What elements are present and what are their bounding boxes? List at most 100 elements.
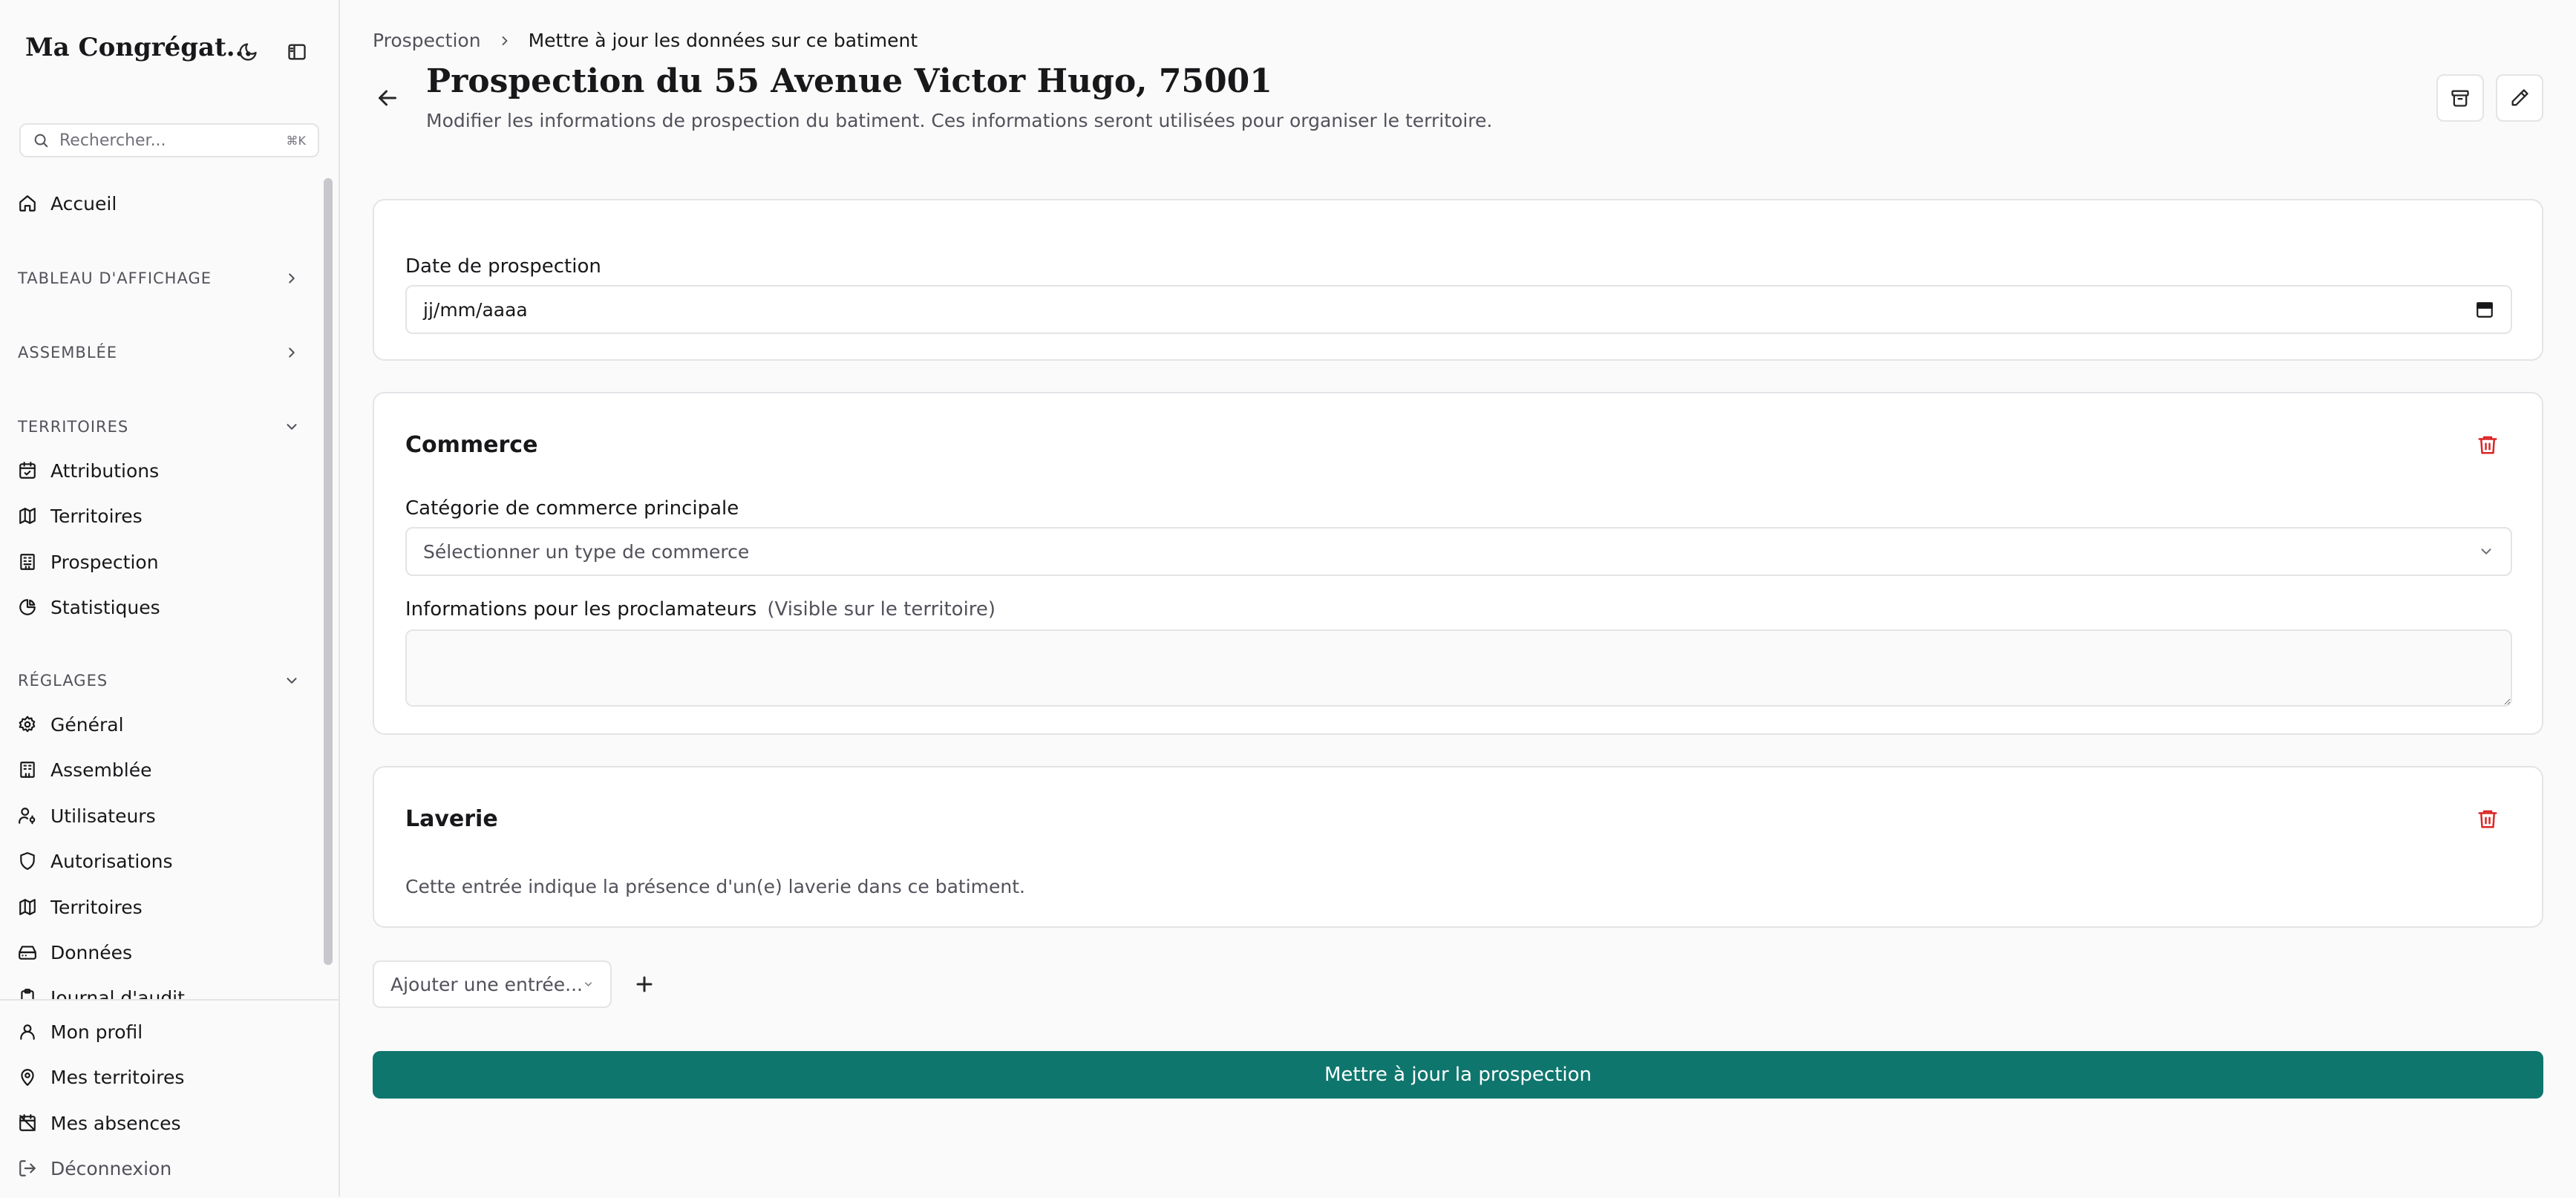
chevron-down-icon bbox=[287, 424, 297, 430]
sidebar-item-label: Journal d'audit bbox=[50, 986, 185, 1000]
logout-icon bbox=[19, 1160, 36, 1176]
breadcrumb: Prospection Mettre à jour les données su… bbox=[373, 30, 918, 51]
add-entry-button[interactable] bbox=[631, 971, 658, 998]
delete-laverie-button[interactable] bbox=[2477, 808, 2499, 830]
section-reglages[interactable]: RÉGLAGES bbox=[18, 666, 300, 695]
sidebar-item-journal-audit[interactable]: Journal d'audit bbox=[18, 980, 185, 999]
sidebar-item-label: Autorisations bbox=[50, 850, 173, 872]
delete-commerce-button[interactable] bbox=[2477, 433, 2499, 456]
commerce-title: Commerce bbox=[405, 432, 538, 458]
search-input[interactable] bbox=[58, 130, 278, 151]
add-entry-label: Ajouter une entrée... bbox=[390, 973, 583, 995]
sidebar-item-label: Données bbox=[50, 941, 133, 963]
sidebar-item-label: Territoires bbox=[50, 896, 143, 918]
info-textarea[interactable] bbox=[405, 629, 2512, 707]
page-title: Prospection du 55 Avenue Victor Hugo, 75… bbox=[426, 62, 1272, 100]
chevron-down-icon bbox=[2481, 549, 2491, 554]
sidebar-item-prospection[interactable]: Prospection bbox=[18, 544, 159, 580]
sidebar-item-label: Prospection bbox=[50, 551, 159, 573]
theme-toggle-moon-icon[interactable] bbox=[235, 39, 261, 65]
footer-item-deconnexion[interactable]: Déconnexion bbox=[18, 1150, 171, 1186]
chevron-right-icon bbox=[289, 347, 295, 358]
sidebar-item-label: Attributions bbox=[50, 459, 160, 482]
footer-item-mon-profil[interactable]: Mon profil bbox=[18, 1014, 143, 1050]
section-label: TERRITOIRES bbox=[18, 418, 129, 436]
sidebar-item-territoires-settings[interactable]: Territoires bbox=[18, 889, 143, 925]
info-label: Informations pour les proclamateurs (Visi… bbox=[405, 598, 996, 621]
sidebar-item-label: Assemblée bbox=[50, 759, 152, 781]
pie-chart-icon bbox=[19, 599, 36, 615]
add-entry-select[interactable]: Ajouter une entrée... bbox=[373, 960, 612, 1008]
laverie-card: Laverie Cette entrée indique la présence… bbox=[373, 766, 2543, 928]
category-label: Catégorie de commerce principale bbox=[405, 497, 739, 520]
info-label-text: Informations pour les proclamateurs bbox=[405, 598, 757, 621]
gear-icon bbox=[19, 716, 36, 733]
footer-item-mes-absences[interactable]: Mes absences bbox=[18, 1105, 181, 1141]
sidebar-item-donnees[interactable]: Données bbox=[18, 934, 132, 970]
breadcrumb-link-prospection[interactable]: Prospection bbox=[373, 30, 481, 51]
footer-item-label: Mes territoires bbox=[50, 1066, 185, 1088]
edit-button[interactable] bbox=[2496, 74, 2543, 122]
section-territoires[interactable]: TERRITOIRES bbox=[18, 412, 300, 442]
sidebar-item-attributions[interactable]: Attributions bbox=[18, 453, 159, 488]
search-box[interactable]: ⌘K bbox=[19, 123, 319, 157]
sidebar-item-label: Statistiques bbox=[50, 596, 160, 618]
home-icon bbox=[19, 195, 36, 212]
sidebar-item-label: Utilisateurs bbox=[50, 805, 156, 827]
sidebar-nav[interactable]: Accueil TABLEAU D'AFFICHAGE ASSEMBLÉE TE… bbox=[0, 175, 319, 999]
clipboard-icon bbox=[21, 989, 34, 999]
chevron-down-icon bbox=[287, 678, 297, 684]
search-icon bbox=[34, 134, 48, 148]
main-content: Prospection Mettre à jour les données su… bbox=[340, 0, 2576, 1197]
section-label: RÉGLAGES bbox=[18, 672, 108, 690]
footer-item-label: Mes absences bbox=[50, 1112, 181, 1134]
category-select[interactable]: Sélectionner un type de commerce bbox=[405, 527, 2512, 576]
sidebar-item-utilisateurs[interactable]: Utilisateurs bbox=[18, 798, 156, 834]
date-card: Date de prospection jj/mm/aaaa bbox=[373, 199, 2543, 361]
calendar-icon[interactable] bbox=[2475, 300, 2494, 319]
section-assemblee[interactable]: ASSEMBLÉE bbox=[18, 338, 300, 367]
sidebar-scrollbar-thumb[interactable] bbox=[324, 178, 333, 965]
pencil-icon bbox=[2511, 89, 2528, 106]
footer-item-label: Mon profil bbox=[50, 1021, 143, 1043]
chevron-right-icon bbox=[502, 36, 507, 45]
plus-icon bbox=[636, 976, 653, 992]
sidebar-item-accueil[interactable]: Accueil bbox=[18, 186, 117, 221]
footer-item-label: Déconnexion bbox=[50, 1157, 172, 1179]
back-button[interactable] bbox=[374, 85, 401, 111]
hard-drive-icon bbox=[19, 946, 36, 960]
archive-icon bbox=[2451, 90, 2469, 107]
sidebar-item-territoires[interactable]: Territoires bbox=[18, 498, 143, 534]
trash-icon bbox=[2478, 436, 2497, 454]
app-brand[interactable]: Ma Congrégat... bbox=[25, 33, 252, 62]
section-tableau-affichage[interactable]: TABLEAU D'AFFICHAGE bbox=[18, 264, 300, 293]
map-icon bbox=[19, 899, 36, 915]
archive-button[interactable] bbox=[2436, 74, 2484, 122]
footer-item-mes-territoires[interactable]: Mes territoires bbox=[18, 1059, 184, 1095]
sidebar-item-general[interactable]: Général bbox=[18, 707, 124, 742]
building-icon bbox=[20, 554, 35, 570]
arrow-left-icon bbox=[379, 90, 396, 106]
submit-button[interactable]: Mettre à jour la prospection bbox=[373, 1051, 2543, 1099]
laverie-title: Laverie bbox=[405, 806, 498, 832]
sidebar-item-statistiques[interactable]: Statistiques bbox=[18, 589, 160, 625]
chevron-down-icon bbox=[585, 982, 592, 986]
sidebar-item-label: Accueil bbox=[50, 192, 117, 215]
sidebar-item-assemblee[interactable]: Assemblée bbox=[18, 752, 151, 788]
date-input[interactable]: jj/mm/aaaa bbox=[405, 285, 2512, 334]
date-label: Date de prospection bbox=[405, 255, 601, 278]
laverie-description: Cette entrée indique la présence d'un(e)… bbox=[405, 876, 1025, 897]
calendar-check-icon bbox=[19, 462, 36, 479]
trash-icon bbox=[2478, 810, 2497, 828]
date-placeholder: jj/mm/aaaa bbox=[423, 298, 528, 321]
map-pin-icon bbox=[21, 1069, 34, 1086]
search-shortcut: ⌘K bbox=[286, 133, 307, 148]
category-placeholder: Sélectionner un type de commerce bbox=[423, 540, 750, 563]
breadcrumb-current: Mettre à jour les données sur ce batimen… bbox=[528, 30, 918, 51]
sidebar-item-autorisations[interactable]: Autorisations bbox=[18, 843, 173, 879]
sidebar-item-label: Territoires bbox=[50, 505, 143, 527]
section-label: ASSEMBLÉE bbox=[18, 344, 118, 361]
chevron-right-icon bbox=[289, 273, 295, 284]
sidebar-footer: Mon profil Mes territoires Mes absences … bbox=[0, 999, 339, 1198]
sidebar-toggle-icon[interactable] bbox=[284, 39, 310, 65]
